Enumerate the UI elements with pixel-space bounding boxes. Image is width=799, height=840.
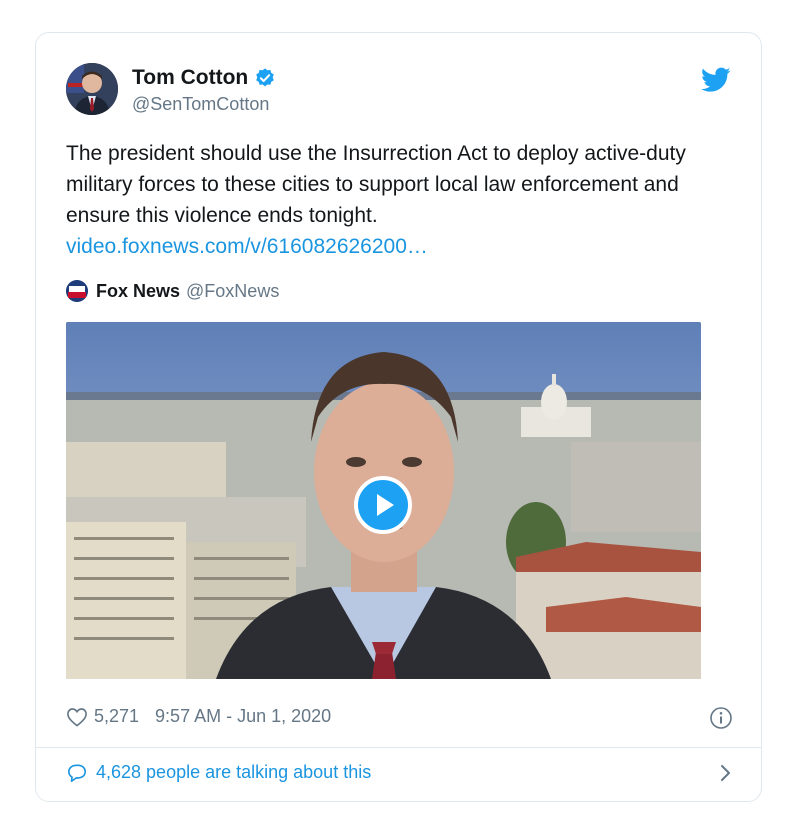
info-icon[interactable] <box>709 706 733 730</box>
conversation-label[interactable]: 4,628 people are talking about this <box>96 762 371 783</box>
author-name-row: Tom Cotton <box>132 66 276 90</box>
reply-bubble-icon <box>68 763 86 782</box>
quoted-name: Fox News <box>96 280 181 301</box>
heart-icon[interactable] <box>66 707 88 727</box>
play-icon <box>377 494 394 516</box>
tweet-body: The president should use the Insurrectio… <box>66 142 686 227</box>
tweet-card: Tom Cotton @SenTomCotton The president s… <box>35 32 762 802</box>
verified-badge-icon <box>256 68 275 87</box>
quoted-source[interactable]: Fox News @FoxNews <box>66 280 279 302</box>
play-button[interactable] <box>354 476 412 534</box>
tweet-link[interactable]: video.foxnews.com/v/616082626200… <box>66 235 428 258</box>
twitter-bird-icon[interactable] <box>701 67 731 93</box>
author-handle[interactable]: @SenTomCotton <box>132 94 269 115</box>
author-name[interactable]: Tom Cotton <box>132 66 248 90</box>
chevron-right-icon[interactable] <box>719 762 733 784</box>
like-count[interactable]: 5,271 <box>94 706 139 727</box>
tweet-timestamp[interactable]: 9:57 AM - Jun 1, 2020 <box>155 706 331 727</box>
tweet-footer: 5,271 9:57 AM - Jun 1, 2020 <box>66 706 733 730</box>
footer-divider <box>36 747 761 748</box>
fox-news-logo-icon <box>66 280 88 302</box>
avatar[interactable] <box>66 63 118 115</box>
quoted-handle: @FoxNews <box>186 280 280 301</box>
tweet-text: The president should use the Insurrectio… <box>66 138 726 262</box>
conversation-link[interactable]: 4,628 people are talking about this <box>66 762 733 783</box>
